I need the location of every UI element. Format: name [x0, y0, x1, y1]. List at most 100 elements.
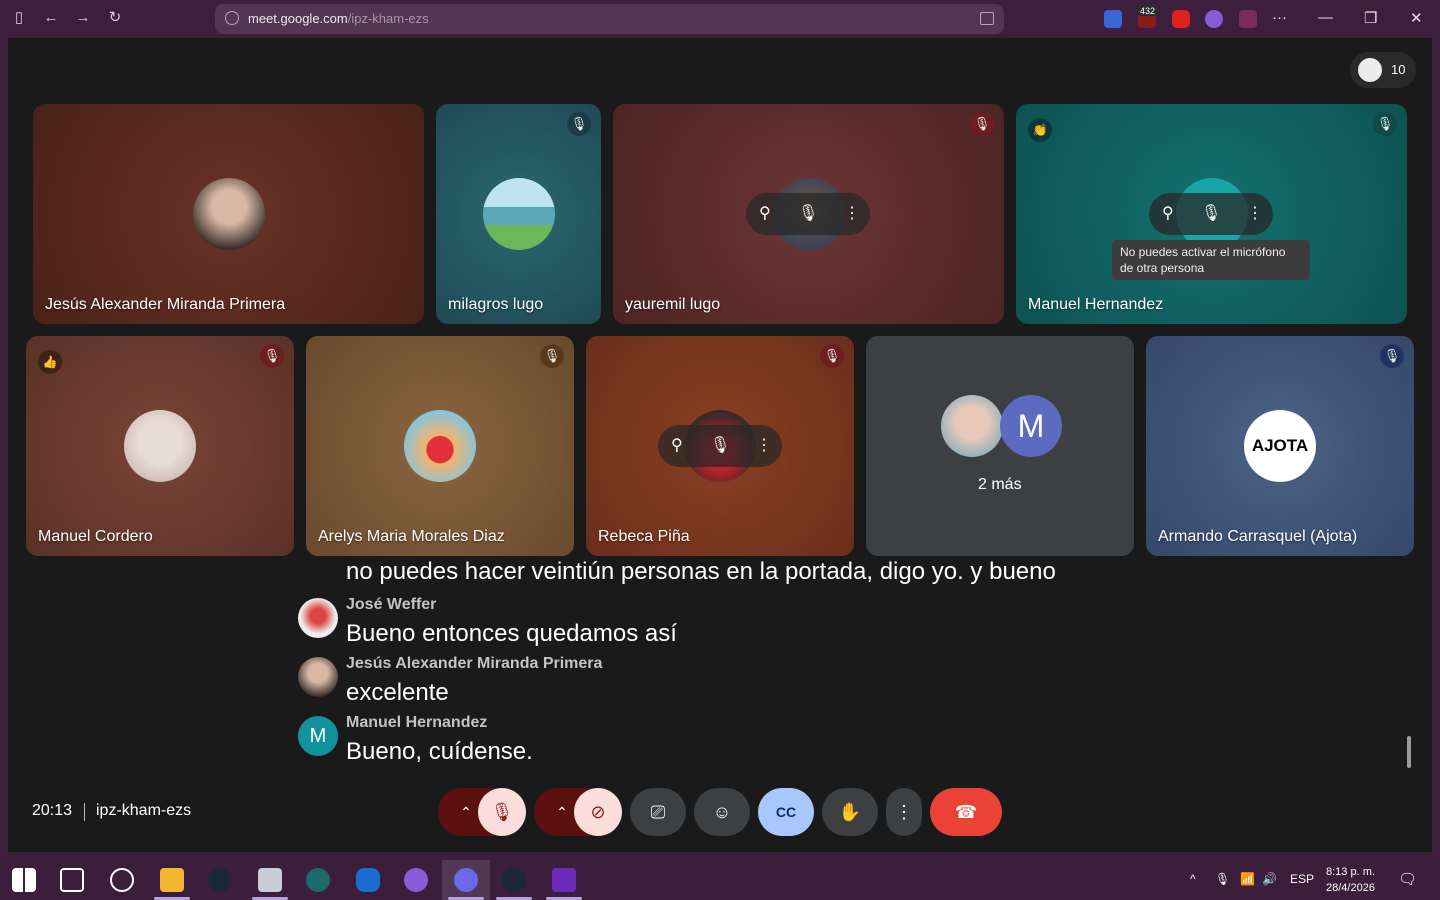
task-view-icon[interactable] [60, 868, 84, 892]
file-explorer-icon[interactable] [160, 868, 184, 892]
more-options-icon[interactable]: ⋮ [756, 435, 772, 455]
participant-count: 10 [1391, 62, 1406, 77]
extension-pin-icon[interactable] [1239, 10, 1257, 28]
caption-speaker: Manuel Hernandez [346, 714, 488, 731]
participant-avatar [483, 178, 555, 250]
app-blue-icon[interactable] [356, 868, 380, 892]
clock-date: 28/4/2026 [1326, 882, 1375, 894]
browser-icon[interactable] [454, 868, 478, 892]
extension-purple-icon[interactable] [1205, 10, 1223, 28]
emoji-reaction-button[interactable]: ☺ [694, 788, 750, 836]
more-participants-tile[interactable]: M 2 más [866, 336, 1134, 556]
participant-tile[interactable]: Jesús Alexander Miranda Primera [33, 104, 424, 324]
volume-icon[interactable]: 🔊 [1262, 872, 1277, 886]
camera-off-button[interactable]: ⊘ [574, 788, 622, 836]
participant-tile[interactable]: AJOTA 🎙 Armando Carrasquel (Ajota) [1146, 336, 1414, 556]
address-bar[interactable]: meet.google.com/ipz-kham-ezs [215, 4, 1004, 34]
photos-icon[interactable] [258, 868, 282, 892]
start-icon[interactable] [12, 868, 36, 892]
caption-avatar [298, 657, 338, 697]
mic-off-button[interactable]: 🎙 [478, 788, 526, 836]
muted-mic-icon: 🎙 [970, 112, 994, 136]
close-button[interactable]: ✕ [1410, 9, 1423, 27]
sidebar-toggle-icon[interactable]: ▯ [10, 9, 28, 27]
caption-avatar [298, 598, 338, 638]
meeting-clock: 20:13 [32, 802, 73, 819]
leave-call-button[interactable]: ☎ [930, 788, 1002, 836]
participant-name: yauremil lugo [625, 296, 721, 313]
captions-scrollbar[interactable] [1407, 736, 1411, 768]
participant-tile[interactable]: 👏 ⚲ 🎙 ⋮ No puedes activar el micrófono d… [1016, 104, 1407, 324]
more-options-button[interactable]: ⋮ [886, 788, 922, 836]
minimize-button[interactable]: — [1318, 9, 1333, 26]
caption-text: Bueno, cuídense. [346, 738, 533, 765]
participant-tile[interactable]: ⚲ 🎙 ⋮ 🎙 yauremil lugo [613, 104, 1004, 324]
youtube-extension-icon[interactable] [1172, 10, 1190, 28]
pin-icon[interactable]: ⚲ [671, 435, 683, 455]
caption-text: no puedes hacer veintiún personas en la … [346, 558, 1056, 585]
muted-mic-icon: 🎙 [567, 112, 591, 136]
meet-window: 10 Jesús Alexander Miranda Primera 🎙 mil… [8, 38, 1432, 852]
participant-name: Rebeca Piña [598, 528, 690, 545]
participants-button[interactable]: 10 [1350, 52, 1416, 88]
participant-tile[interactable]: ⚲ 🎙 ⋮ 🎙 Rebeca Piña [586, 336, 854, 556]
system-clock[interactable]: 8:13 p. m. 28/4/2026 [1326, 864, 1375, 896]
muted-mic-icon: 🎙 [1373, 112, 1397, 136]
participant-avatar [193, 178, 265, 250]
reload-icon[interactable]: ↻ [106, 9, 124, 27]
pin-icon[interactable]: ⚲ [759, 203, 771, 223]
participant-tile[interactable]: 🎙 Arelys Maria Morales Diaz [306, 336, 574, 556]
present-screen-button[interactable]: ⎚ [630, 788, 686, 836]
tile-hover-controls: ⚲ 🎙 ⋮ [746, 193, 870, 235]
thumbs-up-reaction-icon: 👍 [38, 350, 62, 374]
site-info-icon[interactable] [225, 11, 239, 25]
clap-reaction-icon: 👏 [1028, 118, 1052, 142]
participant-avatar [941, 395, 1003, 457]
caption-text: excelente [346, 679, 449, 706]
media-app-icon[interactable] [552, 868, 576, 892]
search-icon[interactable] [110, 868, 134, 892]
pin-icon[interactable]: ⚲ [1162, 203, 1174, 223]
app-purple-icon[interactable] [404, 868, 428, 892]
browser-menu-icon[interactable]: ··· [1272, 9, 1287, 26]
windows-taskbar: ^ 🎙 📶 🔊 ESP 8:13 p. m. 28/4/2026 🗨 [0, 860, 1440, 900]
captions-button[interactable]: CC [758, 788, 814, 836]
reader-mode-icon[interactable] [980, 12, 994, 25]
mute-mic-icon[interactable]: 🎙 [1201, 203, 1221, 223]
tile-hover-controls: ⚲ 🎙 ⋮ [1149, 193, 1273, 235]
app-circle-icon[interactable] [306, 868, 330, 892]
forward-icon[interactable]: → [74, 9, 92, 27]
more-options-icon[interactable]: ⋮ [1247, 203, 1263, 223]
mic-tooltip: No puedes activar el micrófono de otra p… [1112, 240, 1310, 280]
participant-avatar [404, 410, 476, 482]
participant-tile[interactable]: 👍 🎙 Manuel Cordero [26, 336, 294, 556]
maximize-button[interactable]: ❐ [1364, 9, 1377, 27]
network-icon[interactable]: 📶 [1240, 872, 1255, 886]
participant-name: Arelys Maria Morales Diaz [318, 528, 505, 545]
steam-icon[interactable] [208, 868, 232, 892]
divider [84, 803, 85, 821]
back-icon[interactable]: ← [42, 9, 60, 27]
participant-name: Manuel Cordero [38, 528, 153, 545]
raise-hand-button[interactable]: ✋ [822, 788, 878, 836]
caption-avatar: M [298, 716, 338, 756]
extension-shield-icon[interactable] [1104, 10, 1122, 28]
ajota-logo: AJOTA [1244, 410, 1316, 482]
tray-chevron-icon[interactable]: ^ [1190, 872, 1196, 886]
url-text: meet.google.com/ipz-kham-ezs [248, 11, 429, 26]
steam-icon[interactable] [502, 868, 526, 892]
muted-mic-icon: 🎙 [820, 344, 844, 368]
participant-name: milagros lugo [448, 296, 544, 313]
participant-name: Armando Carrasquel (Ajota) [1158, 528, 1358, 545]
language-indicator[interactable]: ESP [1290, 872, 1314, 886]
muted-mic-icon: 🎙 [260, 344, 284, 368]
clock-time: 8:13 p. m. [1326, 866, 1375, 878]
mute-mic-icon[interactable]: 🎙 [710, 435, 730, 455]
caption-speaker: José Weffer [346, 596, 437, 613]
microphone-tray-icon[interactable]: 🎙 [1215, 872, 1230, 886]
mute-mic-icon[interactable]: 🎙 [798, 203, 818, 223]
participant-tile[interactable]: 🎙 milagros lugo [436, 104, 601, 324]
notifications-icon[interactable]: 🗨 [1398, 870, 1417, 888]
muted-mic-icon: 🎙 [540, 344, 564, 368]
more-options-icon[interactable]: ⋮ [844, 203, 860, 223]
